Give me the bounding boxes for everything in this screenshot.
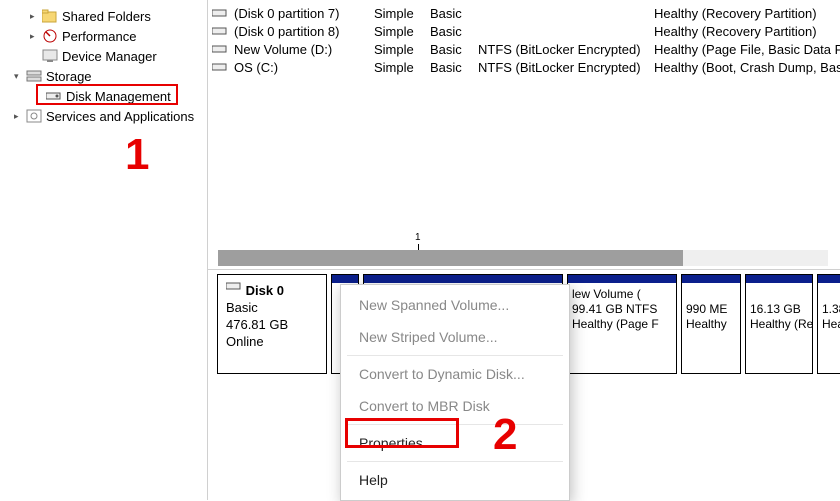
tree-label: Shared Folders: [62, 9, 151, 24]
block-label: Heal: [822, 317, 840, 331]
tree-item-disk-management[interactable]: Disk Management: [2, 86, 205, 106]
volume-row[interactable]: (Disk 0 partition 7) Simple Basic Health…: [212, 4, 840, 22]
tree-item-storage[interactable]: ▾ Storage: [2, 66, 205, 86]
volume-status: Healthy (Boot, Crash Dump, Basic Da: [654, 60, 840, 75]
volume-type: Basic: [430, 24, 472, 39]
volume-type: Basic: [430, 42, 472, 57]
volume-icon: [212, 43, 228, 55]
partition-block[interactable]: lew Volume ( 99.41 GB NTFS Healthy (Page…: [567, 274, 677, 374]
volume-status: Healthy (Recovery Partition): [654, 24, 840, 39]
volume-name: New Volume (D:): [234, 42, 368, 57]
volume-name: (Disk 0 partition 8): [234, 24, 368, 39]
device-manager-icon: [42, 48, 58, 64]
folder-shared-icon: [42, 8, 58, 24]
chevron-right-icon: ▸: [30, 11, 38, 22]
horizontal-scroll-thumb[interactable]: [218, 250, 683, 266]
volume-row[interactable]: OS (C:) Simple Basic NTFS (BitLocker Enc…: [212, 58, 840, 76]
scroll-tick: [418, 244, 419, 250]
menu-convert-dynamic[interactable]: Convert to Dynamic Disk...: [341, 358, 569, 390]
partition-block[interactable]: 1.38 Heal: [817, 274, 840, 374]
menu-separator: [347, 355, 563, 356]
disk-management-icon: [46, 88, 62, 104]
volume-layout: Simple: [374, 60, 424, 75]
block-label: 99.41 GB NTFS: [572, 302, 657, 316]
volume-fs: NTFS (BitLocker Encrypted): [478, 42, 648, 57]
block-label: 16.13 GB: [750, 302, 801, 316]
tree-label: Device Manager: [62, 49, 157, 64]
volume-icon: [212, 25, 228, 37]
disk-title: Disk 0: [246, 283, 284, 298]
menu-new-spanned[interactable]: New Spanned Volume...: [341, 289, 569, 321]
disk-state: Online: [226, 334, 264, 349]
annotation-number-1: 1: [125, 130, 149, 180]
services-icon: [26, 108, 42, 124]
block-label: 1.38: [822, 302, 840, 316]
volume-status: Healthy (Recovery Partition): [654, 6, 840, 21]
tree-pane: ▸ Shared Folders ▸ Performance Device Ma…: [0, 0, 208, 500]
volume-status: Healthy (Page File, Basic Data Partiti: [654, 42, 840, 57]
tree-item-services-apps[interactable]: ▸ Services and Applications: [2, 106, 205, 126]
partition-block[interactable]: 16.13 GB Healthy (Re: [745, 274, 813, 374]
tree-item-performance[interactable]: ▸ Performance: [2, 26, 205, 46]
disk-size: 476.81 GB: [226, 317, 288, 332]
disk-type: Basic: [226, 300, 258, 315]
menu-new-striped[interactable]: New Striped Volume...: [341, 321, 569, 353]
disk-icon: [226, 281, 242, 297]
volume-layout: Simple: [374, 42, 424, 57]
block-label: lew Volume (: [572, 287, 641, 301]
menu-separator: [347, 424, 563, 425]
chevron-right-icon: ▸: [30, 31, 38, 42]
chevron-down-icon: ▾: [14, 71, 22, 82]
volume-name: (Disk 0 partition 7): [234, 6, 368, 21]
volume-icon: [212, 7, 228, 19]
tree-label: Disk Management: [66, 89, 171, 104]
chevron-right-icon: ▸: [14, 111, 22, 122]
volume-name: OS (C:): [234, 60, 368, 75]
volume-row[interactable]: New Volume (D:) Simple Basic NTFS (BitLo…: [212, 40, 840, 58]
performance-icon: [42, 28, 58, 44]
disk-header[interactable]: Disk 0 Basic 476.81 GB Online: [217, 274, 327, 374]
block-label: Healthy (Page F: [572, 317, 659, 331]
volume-layout: Simple: [374, 6, 424, 21]
volume-type: Basic: [430, 6, 472, 21]
volume-icon: [212, 61, 228, 73]
tree-item-shared-folders[interactable]: ▸ Shared Folders: [2, 6, 205, 26]
partition-block[interactable]: 990 ME Healthy: [681, 274, 741, 374]
volume-layout: Simple: [374, 24, 424, 39]
pane-divider[interactable]: [208, 269, 840, 270]
tree-label: Performance: [62, 29, 136, 44]
menu-properties[interactable]: Properties: [341, 427, 569, 459]
tree-label: Storage: [46, 69, 92, 84]
tree-label: Services and Applications: [46, 109, 194, 124]
block-label: Healthy (Re: [750, 317, 813, 331]
volume-row[interactable]: (Disk 0 partition 8) Simple Basic Health…: [212, 22, 840, 40]
volume-type: Basic: [430, 60, 472, 75]
menu-separator: [347, 461, 563, 462]
tree-item-device-manager[interactable]: Device Manager: [2, 46, 205, 66]
storage-icon: [26, 68, 42, 84]
context-menu: New Spanned Volume... New Striped Volume…: [340, 284, 570, 501]
block-label: 990 ME: [686, 302, 727, 316]
block-label: Healthy: [686, 317, 727, 331]
volume-fs: NTFS (BitLocker Encrypted): [478, 60, 648, 75]
menu-help[interactable]: Help: [341, 464, 569, 496]
volume-table[interactable]: (Disk 0 partition 7) Simple Basic Health…: [208, 0, 840, 76]
annotation-number-2: 2: [493, 410, 517, 460]
menu-convert-mbr[interactable]: Convert to MBR Disk: [341, 390, 569, 422]
scroll-tick-label: 1: [415, 232, 421, 243]
